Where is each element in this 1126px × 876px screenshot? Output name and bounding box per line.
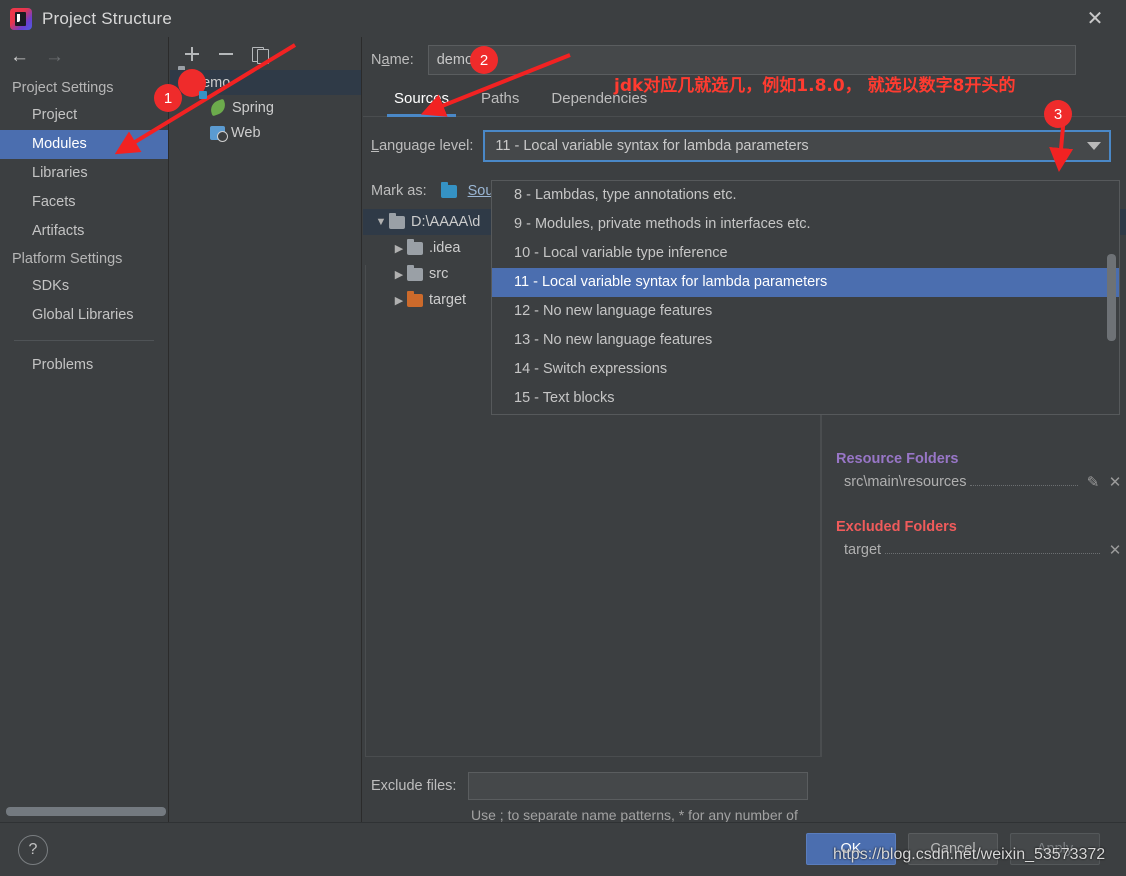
language-level-combobox[interactable]: 11 - Local variable syntax for lambda pa…	[483, 130, 1111, 162]
project-structure-dialog: Project Structure ✕ ← → Project Settings…	[0, 0, 1126, 876]
excluded-folder-row[interactable]: target ✕	[822, 539, 1126, 561]
exclude-files-row: Exclude files:	[371, 772, 808, 800]
settings-sidebar: ← → Project Settings Project Modules Lib…	[0, 37, 169, 822]
module-folder-icon	[178, 69, 206, 97]
dropdown-scrollbar[interactable]	[1107, 254, 1116, 341]
annotation-note-text: jdk对应几就选几，例如1.8.0， 就选以数字8开头的	[614, 71, 1015, 96]
module-tree-item-spring[interactable]: Spring	[170, 95, 361, 120]
intellij-idea-logo-icon	[10, 8, 32, 30]
window-title: Project Structure	[42, 9, 172, 29]
content-root-label: .idea	[429, 240, 460, 256]
excluded-folders-header: Excluded Folders	[822, 519, 1126, 535]
sidebar-group-project-settings: Project Settings	[0, 75, 168, 101]
module-tree-item-web[interactable]: Web	[170, 120, 361, 145]
chevron-right-icon[interactable]: ▶	[391, 242, 407, 255]
dropdown-option-11[interactable]: 11 - Local variable syntax for lambda pa…	[492, 268, 1119, 297]
dropdown-option-15[interactable]: 15 - Text blocks	[492, 384, 1119, 413]
dropdown-option-8[interactable]: 8 - Lambdas, type annotations etc.	[492, 181, 1119, 210]
sidebar-item-modules[interactable]: Modules	[0, 130, 168, 159]
tab-paths[interactable]: Paths	[465, 90, 535, 116]
annotation-badge-2: 2	[470, 46, 498, 74]
sidebar-item-global-libraries[interactable]: Global Libraries	[0, 301, 168, 330]
sidebar-item-problems[interactable]: Problems	[0, 351, 168, 380]
sidebar-group-platform-settings: Platform Settings	[0, 246, 168, 272]
minus-icon[interactable]	[217, 45, 235, 63]
sidebar-item-facets[interactable]: Facets	[0, 188, 168, 217]
resource-folders-header: Resource Folders	[822, 451, 1126, 467]
watermark-url: https://blog.csdn.net/weixin_53573372	[833, 846, 1105, 864]
sidebar-item-project[interactable]: Project	[0, 101, 168, 130]
annotation-badge-1: 1	[154, 84, 182, 112]
dropdown-option-9[interactable]: 9 - Modules, private methods in interfac…	[492, 210, 1119, 239]
close-icon[interactable]: ✕	[1064, 0, 1126, 37]
pencil-icon[interactable]: ✎	[1082, 473, 1104, 491]
close-icon[interactable]: ✕	[1104, 473, 1126, 491]
dropdown-option-12[interactable]: 12 - No new language features	[492, 297, 1119, 326]
module-tree-label: Web	[231, 125, 261, 141]
dotted-separator	[885, 542, 1100, 554]
spring-leaf-icon	[208, 99, 227, 117]
plus-icon[interactable]	[183, 45, 201, 63]
web-facet-icon	[210, 126, 225, 140]
close-icon[interactable]: ✕	[1104, 541, 1126, 559]
folder-icon	[389, 216, 405, 229]
name-label: Name:	[371, 52, 414, 68]
content-root-label: D:\AAAA\d	[411, 214, 480, 230]
language-level-label: Language level:	[371, 138, 473, 154]
resource-folder-path: src\main\resources	[844, 474, 966, 490]
module-tree-item-demo[interactable]: ▼ demo	[170, 70, 361, 95]
copy-icon[interactable]	[251, 45, 269, 63]
language-level-value: 11 - Local variable syntax for lambda pa…	[495, 138, 808, 154]
exclude-files-label: Exclude files:	[371, 778, 456, 794]
arrow-right-icon[interactable]: →	[45, 47, 64, 66]
dropdown-option-10[interactable]: 10 - Local variable type inference	[492, 239, 1119, 268]
chevron-down-icon[interactable]	[1087, 142, 1101, 150]
module-list-panel: ▼ demo Spring Web	[170, 37, 362, 822]
tab-sources[interactable]: Sources	[378, 90, 465, 116]
sidebar-horizontal-scrollbar[interactable]	[6, 807, 166, 816]
resource-folder-row[interactable]: src\main\resources ✎ ✕	[822, 471, 1126, 493]
navigation-arrows: ← →	[0, 37, 168, 75]
sidebar-divider	[14, 340, 154, 341]
sidebar-item-artifacts[interactable]: Artifacts	[0, 217, 168, 246]
dotted-separator	[970, 474, 1078, 486]
language-level-dropdown[interactable]: 8 - Lambdas, type annotations etc. 9 - M…	[491, 180, 1120, 415]
sidebar-item-libraries[interactable]: Libraries	[0, 159, 168, 188]
annotation-badge-3: 3	[1044, 100, 1072, 128]
dropdown-option-14[interactable]: 14 - Switch expressions	[492, 355, 1119, 384]
exclude-files-input[interactable]	[468, 772, 808, 800]
sources-folder-icon	[441, 185, 457, 198]
mark-as-label: Mark as:	[371, 183, 427, 199]
chevron-down-icon[interactable]: ▼	[373, 216, 389, 228]
module-editor-panel: Name: Sources Paths Dependencies Languag…	[363, 37, 1126, 822]
arrow-left-icon[interactable]: ←	[10, 47, 29, 66]
language-level-row: Language level: 11 - Local variable synt…	[363, 123, 1126, 169]
excluded-folder-path: target	[844, 542, 881, 558]
sidebar-item-sdks[interactable]: SDKs	[0, 272, 168, 301]
folder-icon	[407, 242, 423, 255]
module-tree-label: Spring	[232, 100, 274, 116]
help-question-icon[interactable]: ?	[18, 835, 48, 865]
dropdown-option-13[interactable]: 13 - No new language features	[492, 326, 1119, 355]
module-toolbar	[170, 37, 361, 70]
title-bar: Project Structure ✕	[0, 0, 1126, 37]
